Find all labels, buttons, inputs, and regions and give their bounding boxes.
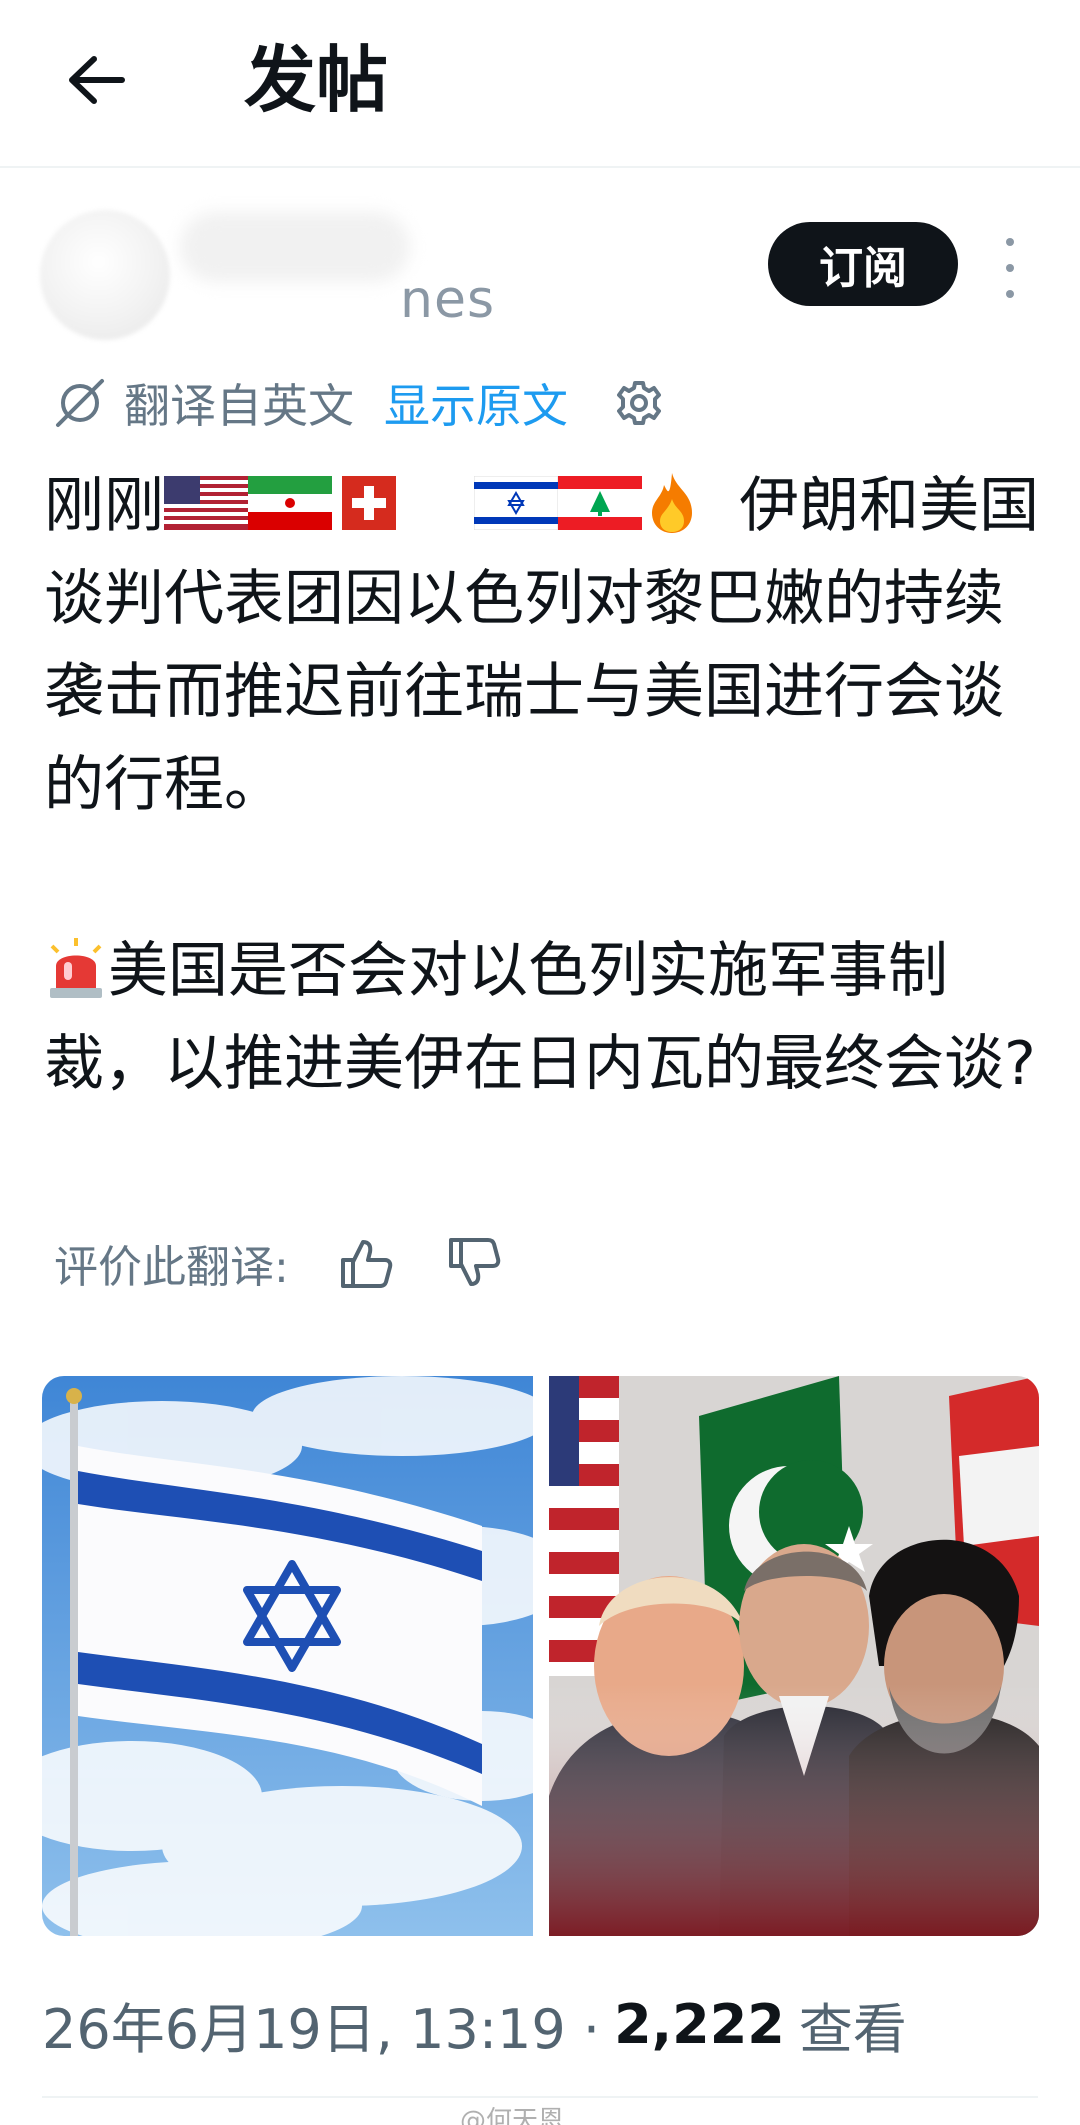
- rate-translation-label: 评价此翻译:: [54, 1242, 289, 1293]
- divider: [42, 2096, 1038, 2098]
- post-line1-suffix: 伊朗和: [739, 471, 920, 541]
- blurred-display-name: [180, 212, 410, 282]
- fire-emoji: [652, 473, 692, 534]
- avatar[interactable]: [40, 210, 170, 340]
- leaders-flags-image[interactable]: [548, 1376, 1040, 1936]
- back-button[interactable]: [56, 40, 136, 120]
- show-original-link[interactable]: 显示原文: [384, 370, 568, 436]
- arrow-left-icon: [69, 56, 125, 104]
- rate-translation-row: 评价此翻译:: [54, 1228, 501, 1298]
- views-count: 2,222: [614, 1993, 785, 2056]
- post-text: 刚刚 伊朗和美国谈判代表团因以色列对黎巴嫩的持续袭击而推迟前往瑞士与美国进行会谈…: [44, 460, 1044, 1111]
- post-timestamp: 26年6月19日, 13:19 ·: [42, 1998, 601, 2061]
- israel-flag-image[interactable]: [42, 1376, 533, 1936]
- post-para2: 美国是否会对以色列实施军事制裁，以推进美伊在日内瓦的最终会谈?: [44, 936, 1036, 1099]
- watermark: @何天恩: [460, 2100, 564, 2125]
- lebanon-flag: [558, 476, 642, 531]
- media-grid: [42, 1376, 1039, 1936]
- translate-icon: [56, 379, 104, 427]
- siren-emoji: [50, 938, 102, 999]
- israel-flag: [474, 476, 558, 531]
- thumbs-up-icon[interactable]: [339, 1236, 393, 1290]
- subscribe-button[interactable]: 订阅: [768, 222, 958, 306]
- thumbs-down-icon[interactable]: [447, 1236, 501, 1290]
- gear-icon[interactable]: [614, 378, 664, 428]
- top-bar: 发帖: [0, 0, 1080, 168]
- author-row: nes 订阅: [0, 200, 1080, 350]
- translation-bar: 翻译自英文 显示原文: [54, 368, 664, 438]
- post-line1-prefix: 刚刚: [44, 471, 164, 541]
- iran-flag: [248, 476, 332, 531]
- switzerland-flag: [342, 476, 396, 531]
- translated-label: 翻译自英文: [124, 379, 354, 433]
- watermark-text: @何天恩: [460, 2106, 565, 2125]
- views-label: 查看: [798, 1998, 907, 2061]
- author-handle[interactable]: nes: [400, 270, 495, 330]
- us-flag: [164, 476, 248, 531]
- post-meta: 26年6月19日, 13:19 · 2,222 查看: [42, 1985, 907, 2064]
- page-title: 发帖: [244, 38, 389, 122]
- more-options-icon[interactable]: [990, 238, 1030, 298]
